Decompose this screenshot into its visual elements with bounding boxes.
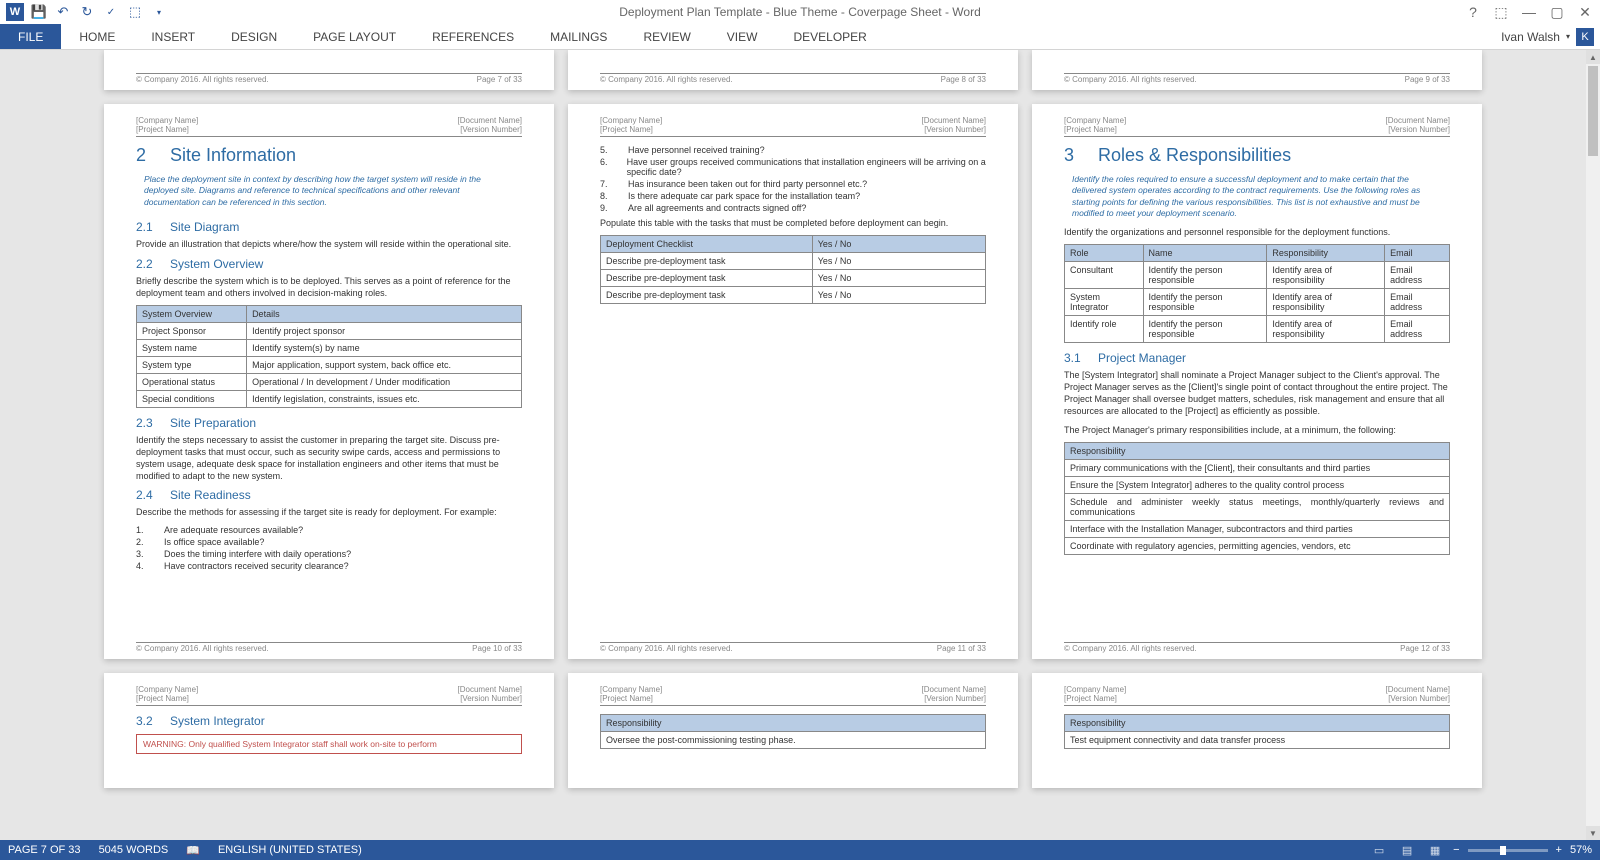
readiness-list: 1.Are adequate resources available? 2.Is… bbox=[136, 525, 522, 571]
user-avatar: K bbox=[1576, 28, 1594, 46]
tab-home[interactable]: HOME bbox=[61, 24, 133, 49]
web-layout-icon[interactable]: ▦ bbox=[1425, 843, 1445, 857]
print-layout-icon[interactable]: ▤ bbox=[1397, 843, 1417, 857]
maximize-icon[interactable]: ▢ bbox=[1546, 1, 1568, 23]
page-7-bottom[interactable]: © Company 2016. All rights reserved.Page… bbox=[104, 50, 554, 90]
page-13-top[interactable]: [Company Name][Project Name][Document Na… bbox=[104, 673, 554, 788]
document-workspace: © Company 2016. All rights reserved.Page… bbox=[0, 50, 1600, 840]
heading-site-diagram: 2.1Site Diagram bbox=[136, 220, 522, 234]
ribbon-options-icon[interactable]: ⬚ bbox=[1490, 1, 1512, 23]
heading-system-overview: 2.2System Overview bbox=[136, 257, 522, 271]
redo-icon[interactable]: ↻ bbox=[76, 1, 98, 23]
tab-design[interactable]: DESIGN bbox=[213, 24, 295, 49]
touch-mode-icon[interactable]: ⬚ bbox=[124, 1, 146, 23]
tab-references[interactable]: REFERENCES bbox=[414, 24, 532, 49]
document-area[interactable]: © Company 2016. All rights reserved.Page… bbox=[0, 50, 1586, 840]
page-12[interactable]: [Company Name][Project Name][Document Na… bbox=[1032, 104, 1482, 659]
spelling-icon[interactable]: ✓ bbox=[100, 1, 122, 23]
instruction-text: Place the deployment site in context by … bbox=[136, 174, 522, 214]
tab-mailings[interactable]: MAILINGS bbox=[532, 24, 625, 49]
warning-box: WARNING: Only qualified System Integrato… bbox=[136, 734, 522, 754]
tab-review[interactable]: REVIEW bbox=[625, 24, 708, 49]
zoom-slider[interactable] bbox=[1468, 849, 1548, 852]
language-indicator[interactable]: ENGLISH (UNITED STATES) bbox=[218, 844, 362, 856]
readiness-list-cont: 5.Have personnel received training? 6.Ha… bbox=[600, 145, 986, 213]
heading-site-readiness: 2.4Site Readiness bbox=[136, 488, 522, 502]
proofing-icon[interactable]: 📖 bbox=[186, 844, 200, 857]
save-icon[interactable]: 💾 bbox=[28, 1, 50, 23]
vertical-scrollbar[interactable]: ▲ ▼ bbox=[1586, 50, 1600, 840]
user-account[interactable]: Ivan Walsh ▾ K bbox=[1501, 24, 1600, 49]
tab-insert[interactable]: INSERT bbox=[133, 24, 213, 49]
responsibility-table-3: Responsibility Test equipment connectivi… bbox=[1064, 714, 1450, 749]
minimize-icon[interactable]: — bbox=[1518, 1, 1540, 23]
heading-site-information: 2Site Information bbox=[136, 145, 522, 166]
status-bar: PAGE 7 OF 33 5045 WORDS 📖 ENGLISH (UNITE… bbox=[0, 840, 1600, 860]
heading-project-manager: 3.1Project Manager bbox=[1064, 351, 1450, 365]
word-count[interactable]: 5045 WORDS bbox=[99, 844, 169, 856]
chevron-down-icon: ▾ bbox=[1566, 32, 1570, 41]
tab-view[interactable]: VIEW bbox=[709, 24, 776, 49]
page-11[interactable]: [Company Name][Project Name][Document Na… bbox=[568, 104, 1018, 659]
scroll-thumb[interactable] bbox=[1588, 66, 1598, 156]
heading-roles: 3Roles & Responsibilities bbox=[1064, 145, 1450, 166]
system-overview-table: System OverviewDetails Project SponsorId… bbox=[136, 305, 522, 408]
read-mode-icon[interactable]: ▭ bbox=[1369, 843, 1389, 857]
heading-system-integrator: 3.2System Integrator bbox=[136, 714, 522, 728]
undo-icon[interactable]: ↶ bbox=[52, 1, 74, 23]
help-icon[interactable]: ? bbox=[1462, 1, 1484, 23]
title-bar: W 💾 ↶ ↻ ✓ ⬚ ▾ Deployment Plan Template -… bbox=[0, 0, 1600, 24]
tab-page-layout[interactable]: PAGE LAYOUT bbox=[295, 24, 414, 49]
page-header: [Company Name][Project Name] [Document N… bbox=[136, 116, 522, 137]
responsibility-table-2: Responsibility Oversee the post-commissi… bbox=[600, 714, 986, 749]
roles-table: RoleNameResponsibilityEmail ConsultantId… bbox=[1064, 244, 1450, 343]
zoom-out-icon[interactable]: − bbox=[1453, 844, 1459, 856]
scroll-down-icon[interactable]: ▼ bbox=[1586, 826, 1600, 840]
page-10[interactable]: [Company Name][Project Name] [Document N… bbox=[104, 104, 554, 659]
tab-developer[interactable]: DEVELOPER bbox=[775, 24, 884, 49]
close-icon[interactable]: ✕ bbox=[1574, 1, 1596, 23]
zoom-level[interactable]: 57% bbox=[1570, 844, 1592, 856]
page-9-bottom[interactable]: © Company 2016. All rights reserved.Page… bbox=[1032, 50, 1482, 90]
page-8-bottom[interactable]: © Company 2016. All rights reserved.Page… bbox=[568, 50, 1018, 90]
pm-responsibility-table: Responsibility Primary communications wi… bbox=[1064, 442, 1450, 555]
word-app-icon: W bbox=[4, 1, 26, 23]
qat-customize-icon[interactable]: ▾ bbox=[148, 1, 170, 23]
zoom-in-icon[interactable]: + bbox=[1556, 844, 1562, 856]
page-indicator[interactable]: PAGE 7 OF 33 bbox=[8, 844, 81, 856]
ribbon-tabs: FILE HOME INSERT DESIGN PAGE LAYOUT REFE… bbox=[0, 24, 1600, 50]
page-15-top[interactable]: [Company Name][Project Name][Document Na… bbox=[1032, 673, 1482, 788]
user-name: Ivan Walsh bbox=[1501, 30, 1560, 44]
scroll-up-icon[interactable]: ▲ bbox=[1586, 50, 1600, 64]
tab-file[interactable]: FILE bbox=[0, 24, 61, 49]
page-14-top[interactable]: [Company Name][Project Name][Document Na… bbox=[568, 673, 1018, 788]
window-title: Deployment Plan Template - Blue Theme - … bbox=[619, 5, 981, 19]
heading-site-preparation: 2.3Site Preparation bbox=[136, 416, 522, 430]
deployment-checklist-table: Deployment ChecklistYes / No Describe pr… bbox=[600, 235, 986, 304]
